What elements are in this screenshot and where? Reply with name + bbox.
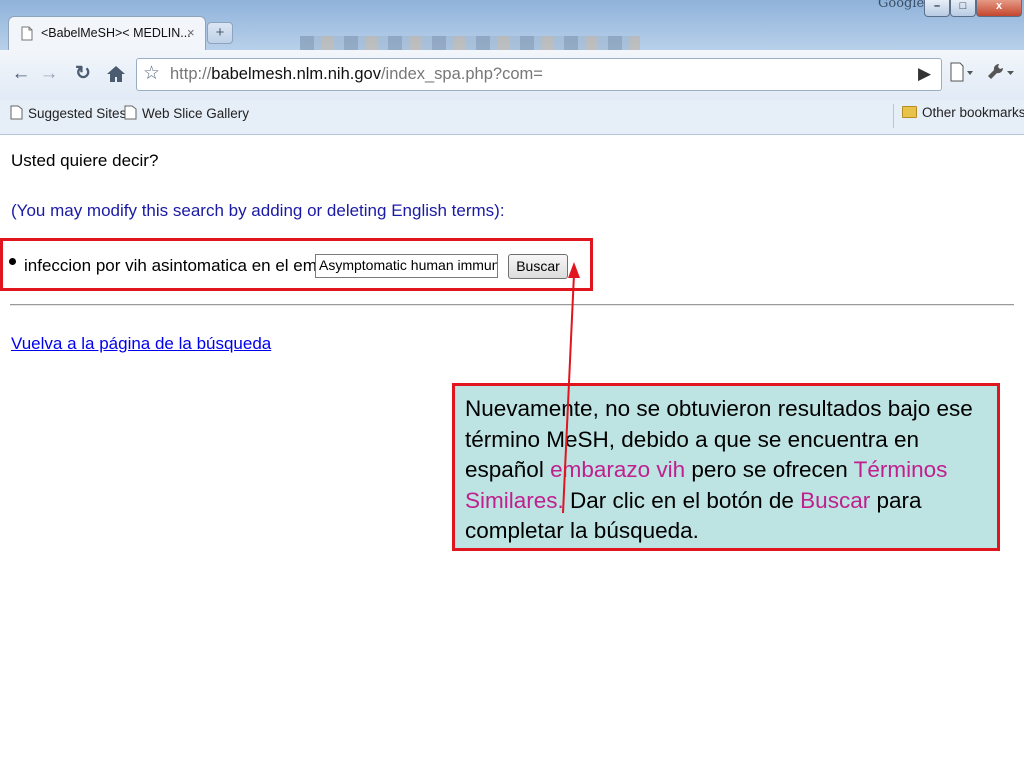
address-bar[interactable]: ☆ http://babelmesh.nlm.nih.gov/index_spa… — [136, 58, 942, 91]
go-icon[interactable]: ▶ — [918, 64, 931, 84]
buscar-button[interactable]: Buscar — [508, 254, 568, 279]
url-text[interactable]: http://babelmesh.nlm.nih.gov/index_spa.p… — [170, 65, 543, 84]
url-domain: babelmesh.nlm.nih.gov — [211, 65, 381, 83]
page-icon — [124, 105, 137, 120]
modify-search-hint: (You may modify this search by adding or… — [11, 201, 505, 220]
new-tab-button[interactable]: + — [207, 22, 233, 44]
bookmarks-divider — [893, 104, 894, 128]
url-scheme: http:// — [170, 65, 212, 83]
callout-highlight: embarazo vih — [550, 457, 686, 482]
callout-highlight: Buscar — [800, 487, 871, 513]
reload-icon[interactable]: ↻ — [70, 61, 96, 87]
back-arrow-icon[interactable]: ← — [8, 61, 34, 87]
minimize-button[interactable]: – — [924, 0, 950, 17]
close-tab-icon[interactable]: × — [187, 25, 195, 40]
forward-arrow-icon[interactable]: → — [36, 61, 62, 87]
bookmark-star-icon[interactable]: ☆ — [143, 62, 160, 85]
bookmark-label: Web Slice Gallery — [142, 106, 250, 121]
folder-icon — [902, 106, 917, 118]
other-bookmarks[interactable]: Other bookmarks — [902, 105, 1024, 120]
other-bookmarks-label: Other bookmarks — [922, 105, 1024, 120]
google-label: Google — [878, 0, 925, 11]
annotation-callout: Nuevamente, no se obtuvieron resultados … — [452, 383, 1000, 551]
callout-text-part: Dar clic en el botón de — [563, 487, 801, 513]
tab-title: <BabelMeSH>< MEDLIN... — [41, 26, 191, 40]
maximize-button[interactable]: □ — [950, 0, 976, 17]
callout-text: Nuevamente, no se obtuvieron resultados … — [465, 394, 987, 547]
did-you-mean-heading: Usted quiere decir? — [11, 151, 159, 170]
back-to-search-link[interactable]: Vuelva a la página de la búsqueda — [11, 334, 271, 354]
home-icon[interactable] — [103, 61, 129, 87]
divider — [10, 304, 1014, 306]
bullet-icon — [9, 258, 16, 265]
page-menu-icon[interactable] — [949, 62, 975, 87]
page-icon — [21, 26, 33, 46]
browser-tab[interactable]: <BabelMeSH>< MEDLIN... × — [8, 16, 206, 50]
bookmark-web-slice-gallery[interactable]: Web Slice Gallery — [124, 105, 249, 121]
bookmark-suggested-sites[interactable]: Suggested Sites — [10, 105, 126, 121]
bookmark-label: Suggested Sites — [28, 106, 127, 121]
url-path: /index_spa.php?com= — [380, 65, 543, 83]
bookmark-bar-blur — [300, 36, 640, 50]
callout-text-part: pero se ofrecen — [685, 457, 854, 482]
page-icon — [10, 105, 23, 120]
close-window-button[interactable]: x — [976, 0, 1022, 17]
term-input[interactable]: Asymptomatic human immunodeficiency viru… — [315, 254, 498, 278]
wrench-icon[interactable] — [986, 61, 1016, 89]
